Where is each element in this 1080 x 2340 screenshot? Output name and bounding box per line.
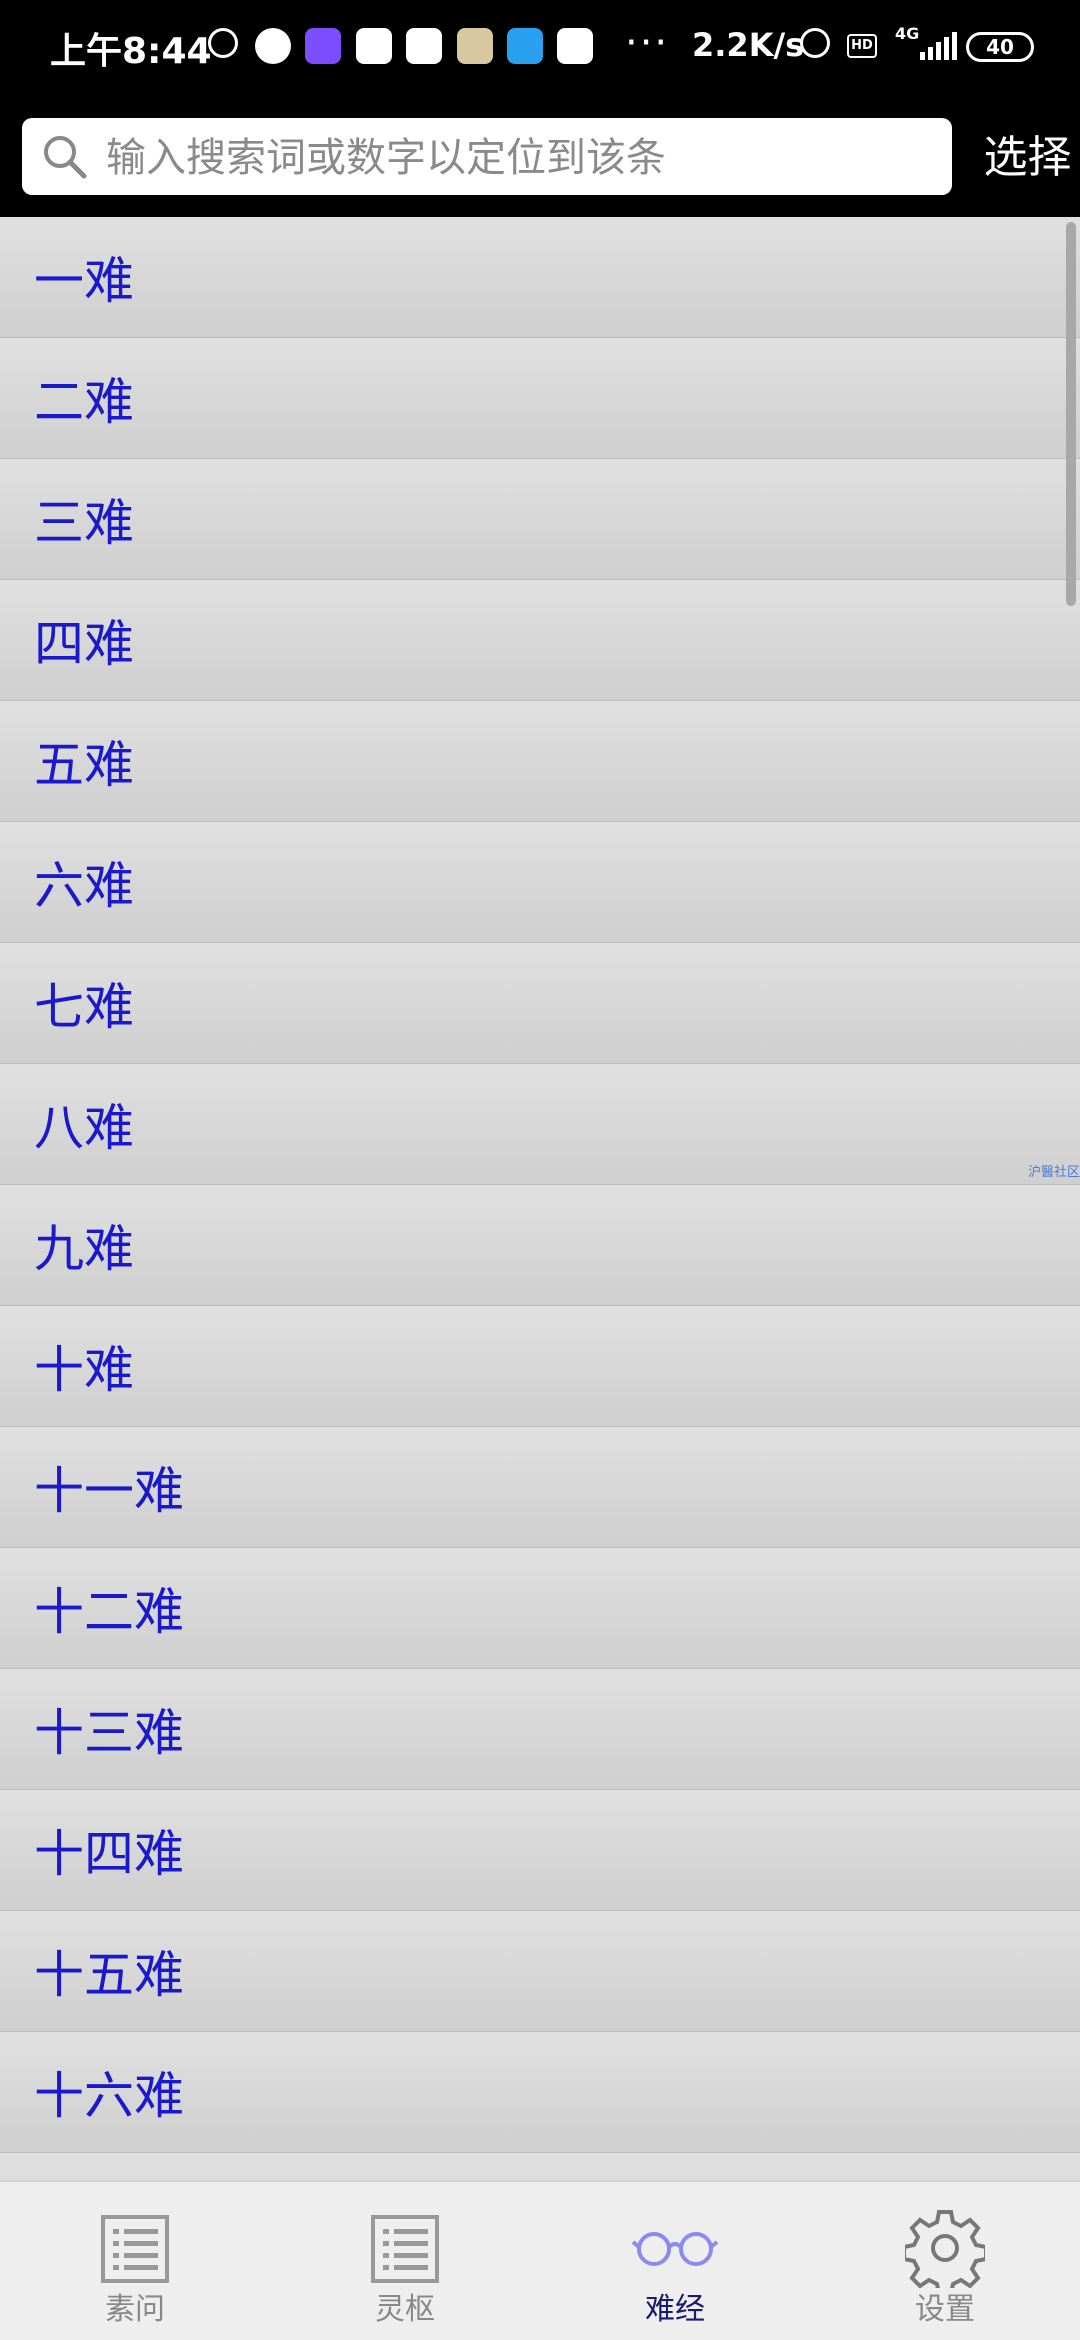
tab-label: 设置 xyxy=(915,2292,975,2327)
scrollbar[interactable] xyxy=(1066,222,1076,606)
battery-icon: 40 xyxy=(966,32,1034,62)
app-play-icon xyxy=(406,28,442,64)
chapter-list[interactable]: 一难二难三难四难五难六难七难八难九难十难十一难十二难十三难十四难十五难十六难十七… xyxy=(0,217,1080,2180)
list-item[interactable]: 二难 xyxy=(0,338,1080,459)
search-input[interactable] xyxy=(104,118,938,197)
app-video-icon xyxy=(305,28,341,64)
list-item[interactable]: 十四难 xyxy=(0,1790,1080,1911)
network-speed: 2.2K/s xyxy=(692,26,805,64)
search-icon xyxy=(44,136,87,179)
more-notifications-icon: ··· xyxy=(625,20,670,66)
app-book-icon xyxy=(457,28,493,64)
list-item[interactable]: 十一难 xyxy=(0,1427,1080,1548)
app-play2-icon xyxy=(557,28,593,64)
list-item[interactable]: 十五难 xyxy=(0,1911,1080,2032)
watermark-label: 沪醫社区 xyxy=(1028,1165,1080,1180)
list-item[interactable]: 十六难 xyxy=(0,2032,1080,2153)
list-item[interactable]: 四难 xyxy=(0,580,1080,701)
bottom-tab-bar: 素问 灵枢 难经 设置 xyxy=(0,2180,1080,2340)
tab-label: 素问 xyxy=(105,2292,165,2327)
tab-label: 灵枢 xyxy=(375,2292,435,2327)
tab-settings[interactable]: 设置 xyxy=(810,2182,1080,2340)
list-icon xyxy=(371,2215,439,2283)
alarm-icon xyxy=(800,28,830,58)
alarm-icon xyxy=(208,28,238,58)
network-type: 4G xyxy=(895,24,920,43)
list-item[interactable]: 六难 xyxy=(0,822,1080,943)
gear-icon xyxy=(905,2210,985,2288)
list-item[interactable]: 十难 xyxy=(0,1306,1080,1427)
search-header: 选择 xyxy=(0,100,1080,217)
signal-icon xyxy=(920,32,960,60)
app-q-icon xyxy=(255,28,291,64)
tab-suwen[interactable]: 素问 xyxy=(0,2182,270,2340)
list-item[interactable]: 七难 xyxy=(0,943,1080,1064)
glasses-icon xyxy=(632,2232,718,2266)
tab-label: 难经 xyxy=(645,2292,705,2327)
list-item[interactable]: 五难 xyxy=(0,701,1080,822)
status-time: 上午8:44 xyxy=(50,31,212,72)
list-item[interactable]: 三难 xyxy=(0,459,1080,580)
list-item[interactable]: 八难 xyxy=(0,1064,1080,1185)
list-item[interactable]: 一难 xyxy=(0,217,1080,338)
list-item[interactable]: 十三难 xyxy=(0,1669,1080,1790)
list-item[interactable]: 十二难 xyxy=(0,1548,1080,1669)
app-blue-icon xyxy=(507,28,543,64)
app-red-icon xyxy=(356,28,392,64)
select-button[interactable]: 选择 xyxy=(975,122,1080,194)
list-item[interactable]: 十七难 xyxy=(0,2153,1080,2180)
tab-nanjing[interactable]: 难经 xyxy=(540,2182,810,2340)
list-item[interactable]: 九难 xyxy=(0,1185,1080,1306)
list-icon xyxy=(101,2215,169,2283)
status-bar: 上午8:44 ··· 2.2K/s HD 4G 40 xyxy=(0,0,1080,100)
hd-icon: HD xyxy=(847,34,877,58)
search-box[interactable] xyxy=(22,118,952,197)
tab-lingshu[interactable]: 灵枢 xyxy=(270,2182,540,2340)
